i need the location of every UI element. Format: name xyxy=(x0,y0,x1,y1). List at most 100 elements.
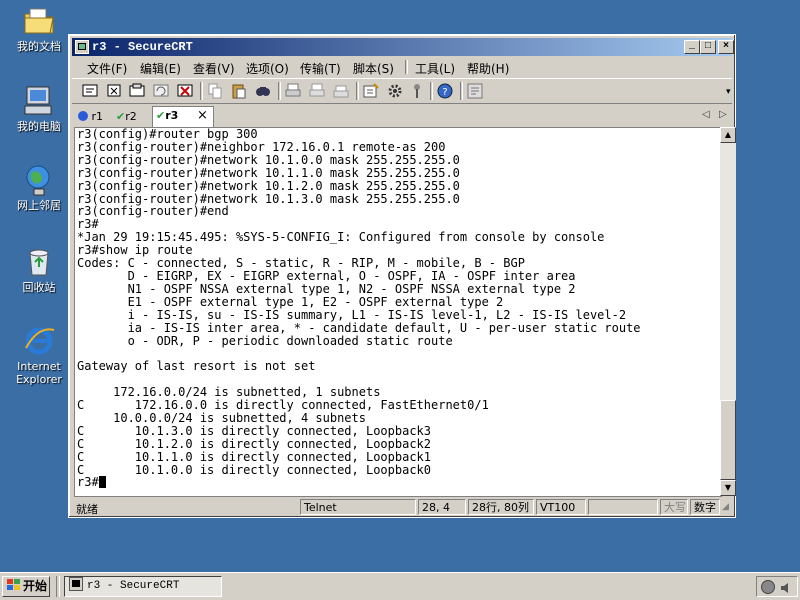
quick-connect-icon[interactable] xyxy=(105,82,123,100)
securecrt-window: r3 - SecureCRT _ □ × 文件(F) 编辑(E) 查看(V) 选… xyxy=(68,34,736,518)
reconnect-icon[interactable] xyxy=(152,82,170,100)
connect-icon[interactable] xyxy=(81,82,99,100)
log-session-icon[interactable] xyxy=(466,82,484,100)
terminal-line: ia - IS-IS inter area, * - candidate def… xyxy=(77,320,641,335)
desktop-icon-network-places[interactable]: 网上邻居 xyxy=(6,163,72,212)
terminal-line: r3(config-router)#network 10.1.2.0 mask … xyxy=(77,178,460,193)
securecrt-app-icon xyxy=(69,577,83,591)
desktop-icon-label: 网上邻居 xyxy=(17,199,61,212)
copy-icon[interactable] xyxy=(206,82,224,100)
menu-separator xyxy=(405,60,408,74)
toolbar-overflow-icon[interactable]: ▾ xyxy=(726,87,731,97)
terminal-cursor xyxy=(98,476,106,489)
terminal-screen[interactable]: r3(config)#router bgp 300 r3(config-rout… xyxy=(74,127,722,497)
terminal-output: r3(config)#router bgp 300 r3(config-rout… xyxy=(77,128,641,489)
menu-transfer[interactable]: 传输(T) xyxy=(300,60,341,77)
status-emulation: VT100 xyxy=(536,499,586,515)
system-tray xyxy=(756,576,798,597)
close-button[interactable]: × xyxy=(718,40,734,54)
tab-r1[interactable]: r1 xyxy=(78,108,114,125)
desktop-icon-my-computer[interactable]: 我的电脑 xyxy=(6,84,72,133)
windows-logo-icon xyxy=(7,578,21,590)
status-protocol: Telnet xyxy=(300,499,416,515)
toolbar-separator xyxy=(460,82,463,100)
status-terminal-size: 28行, 80列 xyxy=(468,499,534,515)
minimize-button[interactable]: _ xyxy=(684,40,700,54)
terminal-line: r3(config-router)#network 10.1.1.0 mask … xyxy=(77,165,460,180)
resize-grip-icon[interactable]: ◢ xyxy=(722,502,729,512)
terminal-line: E1 - OSPF external type 1, E2 - OSPF ext… xyxy=(77,294,504,309)
volume-tray-icon[interactable] xyxy=(779,580,793,594)
toolbar-separator xyxy=(200,82,203,100)
svg-text:?: ? xyxy=(442,87,447,98)
taskbar: 开始 r3 - SecureCRT xyxy=(0,572,800,600)
my-documents-icon xyxy=(22,4,56,38)
network-tray-icon[interactable] xyxy=(761,580,775,594)
menu-help[interactable]: 帮助(H) xyxy=(467,60,509,77)
desktop-icon-my-documents[interactable]: 我的文档 xyxy=(6,4,72,53)
toolbar-separator xyxy=(430,82,433,100)
desktop-icon-label: 我的电脑 xyxy=(17,120,61,133)
securecrt-app-icon xyxy=(75,40,89,54)
connect-in-tab-icon[interactable] xyxy=(128,82,146,100)
title-bar[interactable]: r3 - SecureCRT _ □ × xyxy=(72,38,734,56)
tab-scroll-left-icon[interactable]: ◁ xyxy=(702,109,710,120)
menu-options[interactable]: 选项(O) xyxy=(246,60,289,77)
my-computer-icon xyxy=(22,84,56,118)
terminal-line: r3(config)#router bgp 300 xyxy=(77,127,258,141)
terminal-line: C 10.1.1.0 is directly connected, Loopba… xyxy=(77,449,432,464)
terminal-line: r3(config-router)#end xyxy=(77,204,229,219)
terminal-line: Gateway of last resort is not set xyxy=(77,359,316,374)
terminal-line: Codes: C - connected, S - static, R - RI… xyxy=(77,256,525,271)
desktop-icon-internet-explorer[interactable]: Internet Explorer xyxy=(6,324,72,386)
scroll-down-icon[interactable]: ▼ xyxy=(720,480,736,496)
start-button[interactable]: 开始 xyxy=(2,576,50,597)
toolbar: ? ▾ xyxy=(72,78,732,104)
terminal-line: o - ODR, P - periodic downloaded static … xyxy=(77,333,453,348)
terminal-line: 172.16.0.0/24 is subnetted, 1 subnets xyxy=(77,385,381,400)
network-places-icon xyxy=(22,163,56,197)
tab-scroll-right-icon[interactable]: ▷ xyxy=(719,109,727,120)
taskbar-separator xyxy=(56,576,60,597)
scroll-thumb[interactable] xyxy=(720,400,736,480)
terminal-line: r3(config-router)#neighbor 172.16.0.1 re… xyxy=(77,139,446,154)
global-options-icon[interactable] xyxy=(386,82,404,100)
help-icon[interactable]: ? xyxy=(436,82,454,100)
tab-r3[interactable]: ✔r3 × xyxy=(152,106,214,127)
status-num-lock: 数字 xyxy=(690,499,720,515)
checkmark-icon: ✔ xyxy=(156,109,166,122)
terminal-line: N1 - OSPF NSSA external type 1, N2 - OSP… xyxy=(77,281,576,296)
toolbar-separator xyxy=(278,82,281,100)
menu-tools[interactable]: 工具(L) xyxy=(415,60,455,77)
tab-close-icon[interactable]: × xyxy=(197,107,208,124)
menu-edit[interactable]: 编辑(E) xyxy=(140,60,181,77)
menu-file[interactable]: 文件(F) xyxy=(87,60,127,77)
taskbar-item-securecrt[interactable]: r3 - SecureCRT xyxy=(64,576,222,597)
tab-r2[interactable]: ✔r2 xyxy=(116,108,152,125)
terminal-scrollbar[interactable]: ▲ ▼ xyxy=(720,127,736,496)
terminal-line: r3(config-router)#network 10.1.0.0 mask … xyxy=(77,152,460,167)
tab-label: r1 xyxy=(91,110,104,123)
info-icon xyxy=(78,111,88,121)
printer-icon[interactable] xyxy=(332,82,350,100)
terminal-line: r3#show ip route xyxy=(77,243,193,258)
terminal-line: D - EIGRP, EX - EIGRP external, O - OSPF… xyxy=(77,268,576,283)
desktop-icon-label: Internet Explorer xyxy=(16,360,62,386)
menu-view[interactable]: 查看(V) xyxy=(193,60,235,77)
maximize-button[interactable]: □ xyxy=(700,40,716,54)
paste-icon[interactable] xyxy=(230,82,248,100)
find-icon[interactable] xyxy=(254,82,272,100)
desktop-icon-recycle-bin[interactable]: 回收站 xyxy=(6,245,72,294)
terminal-line: i - IS-IS, su - IS-IS summary, L1 - IS-I… xyxy=(77,307,627,322)
menu-script[interactable]: 脚本(S) xyxy=(353,60,394,77)
disconnect-icon[interactable] xyxy=(176,82,194,100)
terminal-line: r3(config-router)#network 10.1.3.0 mask … xyxy=(77,191,460,206)
keymap-icon[interactable] xyxy=(408,82,426,100)
status-cursor-position: 28, 4 xyxy=(418,499,466,515)
scroll-up-icon[interactable]: ▲ xyxy=(720,127,736,143)
session-options-icon[interactable] xyxy=(362,82,380,100)
tab-label: r3 xyxy=(165,109,179,122)
toolbar-separator xyxy=(356,82,359,100)
print-selection-icon[interactable] xyxy=(308,82,326,100)
print-icon[interactable] xyxy=(284,82,302,100)
